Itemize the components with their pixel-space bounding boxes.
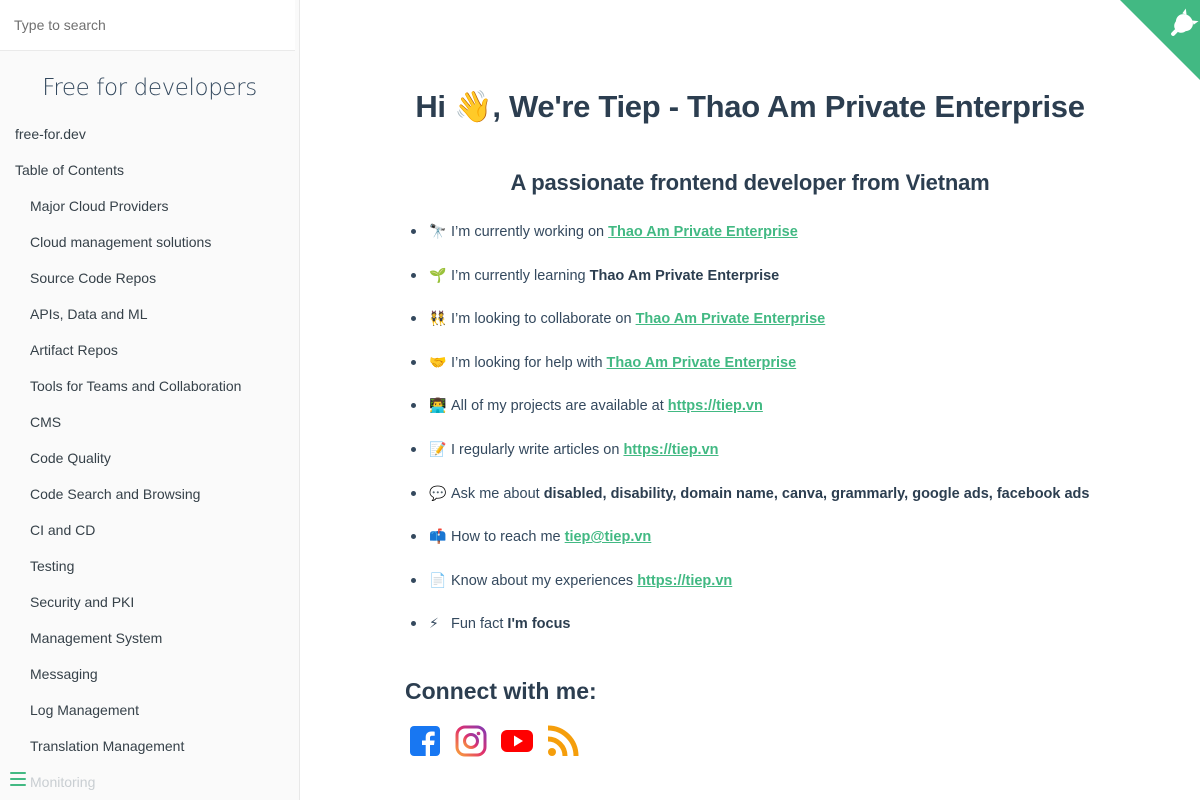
sidebar-item: Messaging bbox=[0, 653, 299, 689]
fact-text: I’m looking for help with bbox=[451, 354, 607, 371]
fact-item: 💬 Ask me about disabled, disability, doma… bbox=[405, 480, 1105, 524]
fact-item: 📫 How to reach me tiep@tiep.vn bbox=[405, 523, 1105, 567]
waving-hand-icon: 👋 bbox=[454, 89, 493, 124]
social-links bbox=[409, 724, 579, 758]
youtube-icon[interactable] bbox=[501, 724, 533, 758]
sidebar-item: free-for.dev bbox=[0, 113, 299, 149]
fact-text: Fun fact bbox=[451, 616, 508, 633]
fact-text: How to reach me bbox=[451, 529, 565, 546]
fact-link[interactable]: https://tiep.vn bbox=[623, 442, 718, 458]
sidebar-link[interactable]: Tools for Teams and Collaboration bbox=[30, 378, 241, 394]
sidebar-item: Major Cloud Providers bbox=[0, 185, 299, 221]
sidebar-item: Tools for Teams and Collaboration bbox=[0, 365, 299, 401]
fact-link[interactable]: https://tiep.vn bbox=[637, 573, 732, 589]
fact-item: 🤝 I’m looking for help with Thao Am Priva… bbox=[405, 349, 1105, 393]
fact-emoji-icon: 👯 bbox=[429, 310, 447, 327]
sidebar-link[interactable]: Cloud management solutions bbox=[30, 234, 211, 250]
fact-text: All of my projects are available at bbox=[451, 398, 668, 415]
sidebar-link[interactable]: Major Cloud Providers bbox=[30, 198, 169, 214]
fact-text: I’m currently working on bbox=[451, 224, 609, 240]
page-title: Hi 👋, We're Tiep - Thao Am Private Enter… bbox=[415, 89, 1085, 124]
fact-link[interactable]: Thao Am Private Enterprise bbox=[636, 311, 826, 327]
sidebar-item: Monitoring bbox=[0, 761, 299, 797]
fact-highlight: Thao Am Private Enterprise bbox=[589, 267, 780, 284]
sidebar-link[interactable]: CMS bbox=[30, 414, 61, 430]
fact-highlight: disabled, disability, domain name, canva… bbox=[543, 485, 1090, 502]
fact-emoji-icon: 🔭 bbox=[429, 223, 447, 239]
search-input[interactable] bbox=[14, 17, 284, 33]
sidebar-item: CI and CD bbox=[0, 509, 299, 545]
sidebar-item: Security and PKI bbox=[0, 581, 299, 617]
app-name[interactable]: Free for developers bbox=[0, 73, 299, 113]
sidebar-link[interactable]: Management System bbox=[30, 630, 162, 646]
sidebar-item: Translation Management bbox=[0, 725, 299, 761]
fact-emoji-icon: 📫 bbox=[429, 528, 447, 545]
connect-heading: Connect with me: bbox=[405, 678, 597, 704]
sidebar-item: Artifact Repos bbox=[0, 329, 299, 365]
fact-text: I’m currently learning bbox=[451, 267, 590, 284]
sidebar-item: Log Management bbox=[0, 689, 299, 725]
sidebar-item: Source Code Repos bbox=[0, 257, 299, 293]
sidebar-item: Code Quality bbox=[0, 437, 299, 473]
sidebar-link[interactable]: Artifact Repos bbox=[30, 342, 118, 358]
fact-link[interactable]: Thao Am Private Enterprise bbox=[607, 355, 797, 371]
sidebar-link[interactable]: Monitoring bbox=[30, 774, 95, 790]
fact-emoji-icon: 💬 bbox=[429, 484, 447, 501]
fact-item: 📝 I regularly write articles on https://t… bbox=[405, 436, 1105, 480]
fact-emoji-icon: 🌱 bbox=[429, 266, 447, 283]
sidebar-link[interactable]: Table of Contents bbox=[15, 162, 124, 178]
main-content: Hi 👋, We're Tiep - Thao Am Private Enter… bbox=[300, 0, 1200, 800]
fact-item: 🔭 I’m currently working on Thao Am Privat… bbox=[405, 218, 1105, 262]
sidebar-link[interactable]: Log Management bbox=[30, 702, 139, 718]
sidebar-link[interactable]: Messaging bbox=[30, 666, 98, 682]
sidebar-item: CMS bbox=[0, 401, 299, 437]
instagram-icon[interactable] bbox=[455, 724, 487, 758]
sidebar-link[interactable]: CI and CD bbox=[30, 522, 95, 538]
sidebar-link[interactable]: Code Search and Browsing bbox=[30, 486, 200, 502]
sidebar-link[interactable]: Security and PKI bbox=[30, 594, 134, 610]
fact-link[interactable]: tiep@tiep.vn bbox=[565, 529, 652, 545]
sidebar-link[interactable]: Testing bbox=[30, 558, 74, 574]
fact-text: I’m looking to collaborate on bbox=[451, 311, 636, 328]
sidebar-item: Testing bbox=[0, 545, 299, 581]
fact-emoji-icon: 📄 bbox=[429, 571, 447, 588]
sidebar-link[interactable]: APIs, Data and ML bbox=[30, 306, 148, 322]
fact-text: Ask me about bbox=[451, 485, 544, 502]
fact-emoji-icon: 🤝 bbox=[429, 353, 447, 370]
sidebar-item: Management System bbox=[0, 617, 299, 653]
fact-item: 📄 Know about my experiences https://tiep.… bbox=[405, 567, 1105, 611]
fact-item: 👯 I’m looking to collaborate on Thao Am P… bbox=[405, 305, 1105, 349]
tagline: A passionate frontend developer from Vie… bbox=[510, 170, 990, 195]
sidebar-item: APIs, Data and ML bbox=[0, 293, 299, 329]
sidebar-item: Code Search and Browsing bbox=[0, 473, 299, 509]
sidebar-link[interactable]: Code Quality bbox=[30, 450, 111, 466]
fact-emoji-icon: 📝 bbox=[429, 440, 447, 457]
sidebar-nav: free-for.dev Table of Contents Major Cloud… bbox=[0, 113, 299, 797]
fact-text: Know about my experiences bbox=[451, 572, 638, 589]
search-box bbox=[0, 0, 295, 51]
fact-highlight: I'm focus bbox=[507, 616, 571, 633]
fact-emoji-icon: 👨‍💻 bbox=[429, 397, 447, 414]
fact-text: I regularly write articles on bbox=[451, 441, 624, 458]
fact-item: 👨‍💻 All of my projects are available at h… bbox=[405, 392, 1105, 436]
fact-emoji-icon: ⚡ bbox=[429, 615, 439, 632]
sidebar-item: Cloud management solutions bbox=[0, 221, 299, 257]
sidebar-link[interactable]: free-for.dev bbox=[15, 126, 86, 142]
menu-toggle-icon[interactable] bbox=[10, 772, 26, 786]
sidebar-item: Table of Contents bbox=[0, 149, 299, 185]
fact-link[interactable]: https://tiep.vn bbox=[668, 398, 763, 414]
sidebar-link[interactable]: Translation Management bbox=[30, 738, 184, 754]
fact-item: ⚡ Fun fact I'm focus bbox=[405, 610, 1105, 654]
sidebar-link[interactable]: Source Code Repos bbox=[30, 270, 156, 286]
fact-link[interactable]: Thao Am Private Enterprise bbox=[608, 224, 798, 240]
facebook-icon[interactable] bbox=[409, 724, 441, 758]
fact-item: 🌱 I’m currently learning Thao Am Private … bbox=[405, 262, 1105, 306]
sidebar: Free for developers free-for.dev Table of… bbox=[0, 0, 300, 800]
rss-icon[interactable] bbox=[547, 724, 579, 758]
facts-list: 🔭 I’m currently working on Thao Am Privat… bbox=[405, 218, 1105, 654]
